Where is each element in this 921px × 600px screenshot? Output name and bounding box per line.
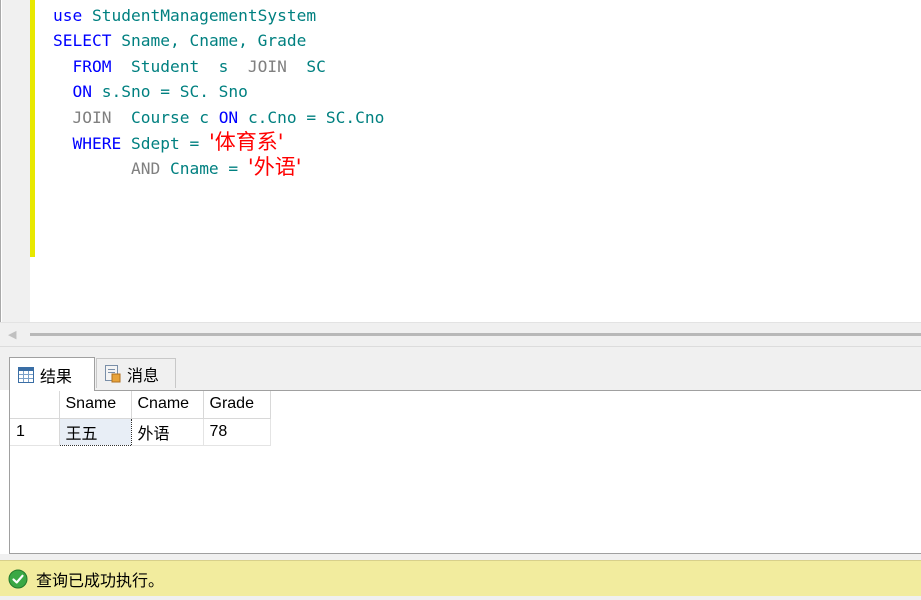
- code-token: '体育系': [208, 129, 284, 154]
- cell-cname[interactable]: 外语: [131, 418, 204, 446]
- code-token: FROM: [53, 56, 131, 76]
- change-indicator-bar: [30, 0, 35, 257]
- cell-sname[interactable]: 王五: [58, 417, 132, 446]
- message-icon: [105, 364, 121, 382]
- column-header-cname[interactable]: Cname: [131, 391, 204, 419]
- table-row: 1 王五 外语 78: [10, 417, 271, 446]
- cell-grade[interactable]: 78: [203, 418, 271, 446]
- status-bar: 查询已成功执行。: [0, 560, 921, 596]
- scrollbar-thumb[interactable]: [30, 333, 921, 336]
- code-line[interactable]: SELECT Sname, Cname, Grade: [53, 28, 384, 53]
- code-line[interactable]: use StudentManagementSystem: [53, 3, 384, 28]
- scroll-left-icon[interactable]: ◀: [8, 328, 16, 341]
- grid-icon: [18, 366, 34, 383]
- status-message: 查询已成功执行。: [36, 572, 165, 590]
- sql-code[interactable]: use StudentManagementSystem SELECT Sname,…: [53, 3, 384, 181]
- tab-messages[interactable]: 消息: [96, 358, 176, 388]
- query-editor[interactable]: use StudentManagementSystem SELECT Sname,…: [0, 0, 921, 348]
- code-token: AND: [53, 159, 170, 179]
- success-check-icon: [8, 569, 28, 588]
- results-tabs: 结果 消息: [0, 352, 921, 391]
- code-token: ON: [53, 82, 102, 102]
- code-token: WHERE: [53, 133, 131, 153]
- code-token: SELECT: [53, 31, 122, 51]
- editor-horizontal-scrollbar[interactable]: ◀: [0, 322, 921, 347]
- results-grid-panel: Sname Cname Grade 1 王五 外语 78: [9, 390, 921, 554]
- code-token: Course c: [130, 107, 219, 127]
- code-token: StudentManagementSystem: [91, 6, 317, 25]
- code-line[interactable]: AND Cname = '外语': [53, 155, 384, 180]
- code-token: JOIN: [247, 56, 307, 76]
- code-token: '外语': [247, 155, 302, 180]
- code-line[interactable]: FROM Student s JOIN SC: [53, 54, 384, 79]
- code-token: c.Cno = SC.Cno: [247, 107, 385, 127]
- code-token: Student s: [130, 56, 248, 76]
- code-line[interactable]: WHERE Sdept = '体育系': [53, 130, 384, 155]
- tab-results-label: 结果: [40, 368, 73, 386]
- code-token: SC: [306, 56, 326, 76]
- code-token: JOIN: [53, 107, 131, 127]
- row-number[interactable]: 1: [10, 418, 60, 446]
- code-token: use: [53, 6, 92, 25]
- code-token: Cname =: [169, 159, 248, 179]
- column-header-sname[interactable]: Sname: [59, 391, 132, 419]
- code-line[interactable]: ON s.Sno = SC. Sno: [53, 79, 384, 104]
- grid-corner[interactable]: [10, 391, 60, 419]
- editor-gutter: [2, 0, 30, 322]
- code-line[interactable]: JOIN Course c ON c.Cno = SC.Cno: [53, 105, 384, 130]
- code-token: s.Sno = SC. Sno: [101, 82, 248, 102]
- code-token: Sdept =: [130, 133, 209, 153]
- tab-results[interactable]: 结果: [9, 357, 95, 391]
- code-token: Sname, Cname, Grade: [121, 31, 307, 51]
- results-grid: Sname Cname Grade 1 王五 外语 78: [10, 391, 271, 446]
- code-token: ON: [218, 107, 248, 127]
- bottom-strip: [0, 596, 921, 600]
- tab-messages-label: 消息: [127, 367, 160, 385]
- column-header-grade[interactable]: Grade: [203, 391, 271, 419]
